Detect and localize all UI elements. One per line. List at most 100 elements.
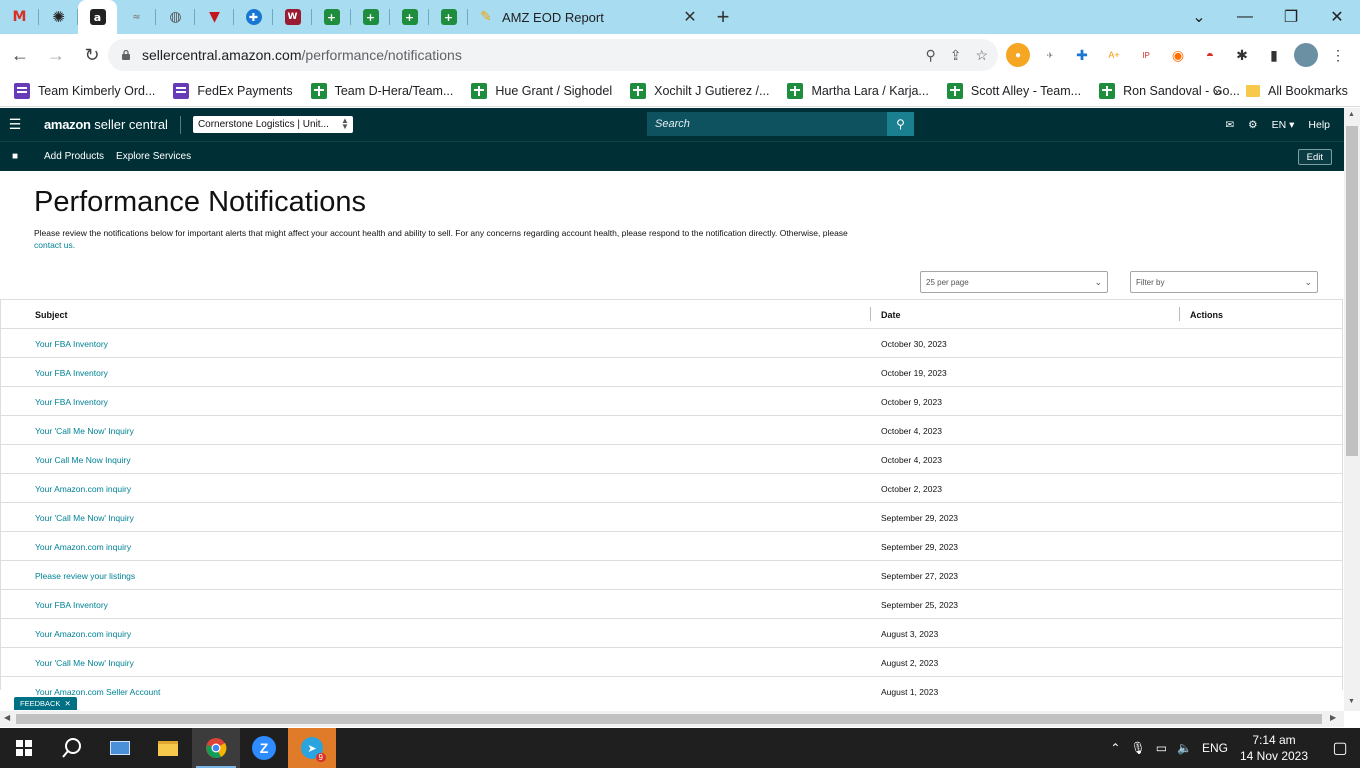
windows-start-icon[interactable] [0, 728, 48, 768]
telegram-icon[interactable]: ➤ 9 [288, 728, 336, 768]
seller-central-logo[interactable]: amazon seller central [44, 115, 181, 134]
date-header[interactable]: Date [881, 310, 901, 320]
bookmark-item[interactable]: FedEx Payments [173, 83, 293, 99]
subject-link[interactable]: Please review your listings [35, 571, 135, 581]
reload-button[interactable]: ↻ [76, 39, 108, 71]
honey-extension-icon[interactable]: ● [1006, 43, 1030, 67]
volume-icon[interactable]: 🔈 [1177, 741, 1192, 755]
close-tab-icon[interactable]: ✕ [682, 7, 698, 27]
seller-search-input[interactable]: Search [647, 112, 887, 136]
language-selector[interactable]: EN ▾ [1272, 119, 1295, 131]
scroll-left-icon[interactable]: ◀ [4, 713, 10, 722]
puzzle-extensions-icon[interactable]: ✱ [1230, 43, 1254, 67]
feedback-tab[interactable]: FEEDBACK ✕ [14, 697, 77, 710]
menu-kebab-icon[interactable]: ⋮ [1326, 43, 1350, 67]
file-explorer-icon[interactable] [144, 728, 192, 768]
notifications-icon[interactable]: ▢ [1320, 738, 1360, 758]
bookmark-item[interactable]: Scott Alley - Team... [946, 83, 1081, 99]
orange-extension-icon[interactable]: ◉ [1166, 43, 1190, 67]
scroll-right-icon[interactable]: ▶ [1330, 713, 1336, 722]
minimize-button[interactable]: — [1222, 8, 1268, 26]
vertical-scroll-thumb[interactable] [1346, 126, 1358, 456]
tab-amazon[interactable]: a [78, 0, 117, 34]
subject-link[interactable]: Your Amazon.com inquiry [35, 484, 131, 494]
language-indicator[interactable]: ENG [1202, 741, 1228, 755]
bookmark-item[interactable]: Team Kimberly Ord... [14, 83, 155, 99]
scroll-up-icon[interactable]: ▲ [1348, 111, 1355, 118]
this-pc-icon[interactable] [96, 728, 144, 768]
ip-alert-extension-icon[interactable]: IP [1134, 43, 1158, 67]
zoom-app-icon[interactable]: Z [240, 728, 288, 768]
forward-button[interactable]: → [40, 39, 72, 71]
filter-dropdown[interactable]: Filter by ⌄ [1130, 271, 1318, 293]
add-products-link[interactable]: Add Products [44, 151, 104, 162]
star-icon[interactable]: ☆ [975, 47, 988, 64]
horizontal-scrollbar[interactable]: ◀ ▶ [0, 711, 1344, 727]
subject-header[interactable]: Subject [35, 310, 68, 320]
zoom-icon[interactable]: ⚲ [925, 47, 935, 64]
profile-avatar[interactable] [1294, 43, 1318, 67]
tab-chatgpt[interactable]: ✺ [39, 0, 78, 34]
help-link[interactable]: Help [1308, 119, 1330, 131]
tab-globe[interactable]: ◍ [156, 0, 195, 34]
search-icon[interactable] [48, 728, 96, 768]
microphone-icon[interactable]: 🎙 [1130, 741, 1145, 755]
tab-sheets-3[interactable]: + [390, 0, 429, 34]
back-button[interactable]: ← [4, 39, 36, 71]
gear-icon[interactable]: ⚙ [1248, 119, 1257, 131]
subject-link[interactable]: Your Amazon.com inquiry [35, 629, 131, 639]
subject-link[interactable]: Your FBA Inventory [35, 600, 108, 610]
subject-link[interactable]: Your FBA Inventory [35, 339, 108, 349]
tab-search-icon[interactable]: ⌄ [1176, 7, 1222, 27]
subject-link[interactable]: Your FBA Inventory [35, 397, 108, 407]
mail-icon[interactable]: ✉ [1225, 119, 1234, 131]
horizontal-scroll-thumb[interactable] [16, 714, 1322, 724]
tab-ww[interactable]: W [273, 0, 312, 34]
subject-link[interactable]: Your 'Call Me Now' Inquiry [35, 658, 134, 668]
bookmark-item[interactable]: Hue Grant / Sighodel [471, 83, 612, 99]
close-window-button[interactable]: ✕ [1314, 7, 1360, 27]
contact-us-link[interactable]: contact us. [34, 240, 75, 250]
clock[interactable]: 7:14 am 14 Nov 2023 [1238, 732, 1310, 764]
close-icon[interactable]: ✕ [64, 699, 70, 708]
all-bookmarks-button[interactable]: All Bookmarks [1246, 76, 1348, 106]
tab-red[interactable]: ▼ [195, 0, 234, 34]
subject-link[interactable]: Your FBA Inventory [35, 368, 108, 378]
edit-button[interactable]: Edit [1297, 149, 1332, 165]
bookmark-icon[interactable]: ■ [0, 151, 30, 162]
tab-gmail[interactable]: M [0, 0, 39, 34]
subject-link[interactable]: Your 'Call Me Now' Inquiry [35, 513, 134, 523]
subject-link[interactable]: Your Call Me Now Inquiry [35, 455, 131, 465]
per-page-dropdown[interactable]: 25 per page ⌄ [920, 271, 1108, 293]
new-tab-button[interactable]: + [708, 4, 738, 30]
scout-extension-icon[interactable]: A+ [1102, 43, 1126, 67]
tab-sheets-2[interactable]: + [351, 0, 390, 34]
subject-link[interactable]: Your 'Call Me Now' Inquiry [35, 426, 134, 436]
network-icon[interactable]: ▭ [1156, 741, 1167, 755]
scroll-down-icon[interactable]: ▼ [1348, 698, 1355, 705]
tab-blue[interactable]: ✚ [234, 0, 273, 34]
share-icon[interactable]: ⇪ [950, 47, 962, 64]
vertical-scrollbar[interactable]: ▲ ▼ [1344, 108, 1360, 711]
tab-generic[interactable]: ≈ [117, 0, 156, 34]
side-panel-icon[interactable]: ▮ [1262, 43, 1286, 67]
search-button[interactable]: ⚲ [887, 112, 914, 136]
chevron-up-icon[interactable]: ⌃ [1110, 741, 1120, 755]
explore-services-link[interactable]: Explore Services [116, 151, 191, 162]
bookmark-item[interactable]: Xochilt J Gutierez /... [630, 83, 769, 99]
loom-extension-icon[interactable]: ✈ [1038, 43, 1062, 67]
more-bookmarks-icon[interactable]: » [1214, 83, 1222, 99]
restore-button[interactable]: ❐ [1268, 7, 1314, 27]
subject-link[interactable]: Your Amazon.com Seller Account [35, 687, 160, 697]
tab-amz-eod-report[interactable]: ✎ AMZ EOD Report ✕ [468, 0, 708, 34]
pokeball-extension-icon[interactable]: ◓ [1198, 43, 1222, 67]
hamburger-menu-icon[interactable]: ☰ [0, 116, 30, 133]
tab-sheets-1[interactable]: + [312, 0, 351, 34]
tab-sheets-4[interactable]: + [429, 0, 468, 34]
address-bar[interactable]: sellercentral.amazon.com/performance/not… [108, 39, 998, 71]
bookmark-item[interactable]: Martha Lara / Karja... [787, 83, 929, 99]
account-selector[interactable]: Cornerstone Logistics | Unit... ▲ ▼ [192, 116, 353, 133]
subject-link[interactable]: Your Amazon.com inquiry [35, 542, 131, 552]
bookmark-item[interactable]: Team D-Hera/Team... [310, 83, 453, 99]
blue-extension-icon[interactable]: ✚ [1070, 43, 1094, 67]
